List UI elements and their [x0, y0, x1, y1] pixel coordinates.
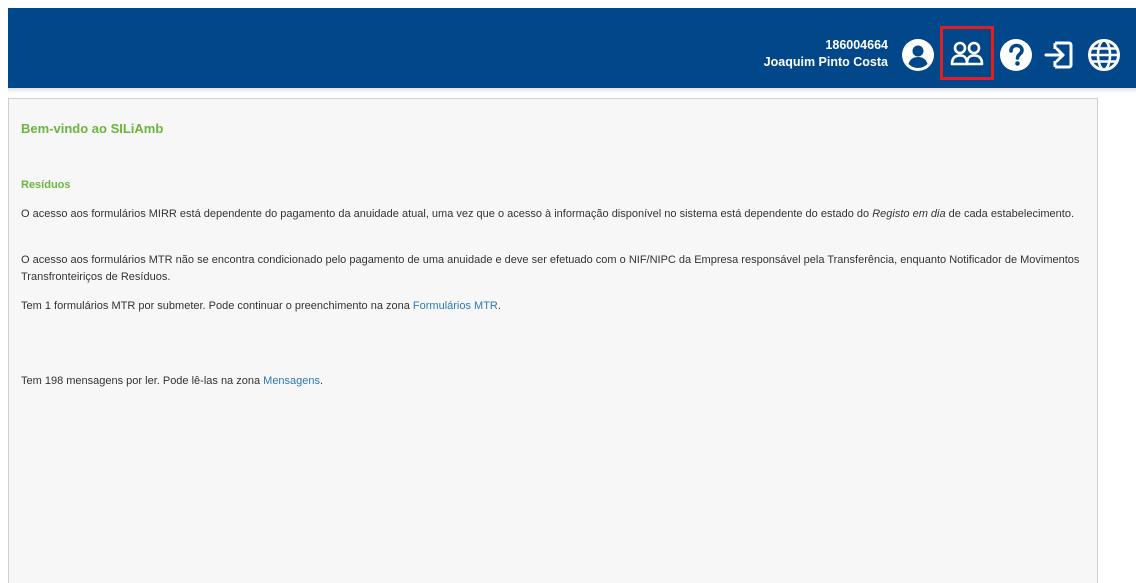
- formularios-mtr-link[interactable]: Formulários MTR: [413, 300, 498, 312]
- logout-icon[interactable]: [1041, 37, 1077, 73]
- paragraph-mtr: O acesso aos formulários MTR não se enco…: [21, 254, 1080, 283]
- help-icon[interactable]: [998, 37, 1034, 73]
- account-icon[interactable]: [900, 37, 936, 73]
- welcome-title: Bem-vindo ao SILiAmb: [21, 121, 164, 136]
- user-id: 186004664: [825, 38, 888, 52]
- messages-text-b: .: [320, 375, 324, 387]
- mtr-pending-text-a: Tem 1 formulários MTR por submeter. Pode…: [21, 300, 413, 312]
- language-globe-icon[interactable]: [1086, 37, 1122, 73]
- mtr-pending-text-b: .: [497, 300, 501, 312]
- user-name: Joaquim Pinto Costa: [763, 55, 888, 69]
- paragraph-mirr: O acesso aos formulários MIRR está depen…: [21, 206, 1085, 223]
- section-title-residuos: Resíduos: [21, 179, 71, 191]
- group-icon[interactable]: [940, 26, 994, 80]
- header-shadow: [8, 88, 1136, 94]
- user-info: 186004664 Joaquim Pinto Costa: [764, 37, 888, 71]
- content-panel: Bem-vindo ao SILiAmb Resíduos O acesso a…: [8, 98, 1098, 583]
- top-header-bar: 186004664 Joaquim Pinto Costa: [8, 8, 1136, 88]
- right-gutter: [1099, 98, 1136, 583]
- messages-text-a: Tem 198 mensagens por ler. Pode lê-las n…: [21, 375, 264, 387]
- paragraph-mtr-pending: Tem 1 formulários MTR por submeter. Pode…: [21, 298, 1085, 315]
- paragraph-mirr-text-b: de cada estabelecimento.: [945, 208, 1075, 220]
- paragraph-mirr-text-a: O acesso aos formulários MIRR está depen…: [21, 208, 873, 220]
- registo-em-dia-text: Registo em dia: [872, 208, 946, 220]
- mensagens-link[interactable]: Mensagens: [263, 375, 320, 387]
- paragraph-messages: Tem 198 mensagens por ler. Pode lê-las n…: [21, 373, 1085, 390]
